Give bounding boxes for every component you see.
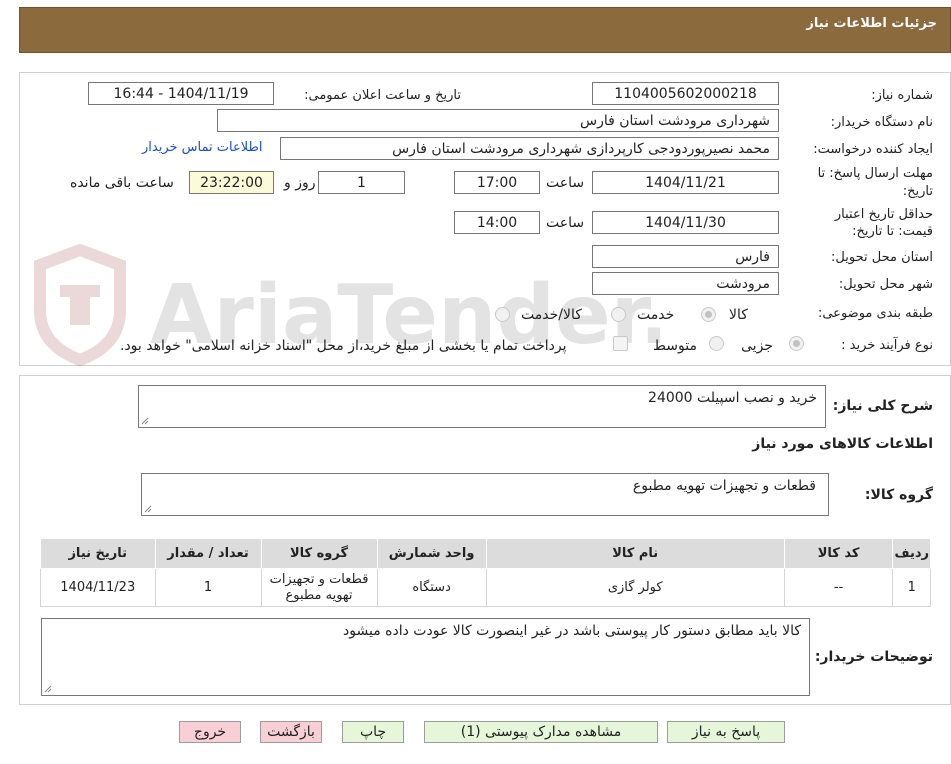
category-label: طبقه بندی موضوعی: — [817, 306, 933, 321]
days-remaining-field[interactable]: 1 — [318, 171, 405, 194]
city-label: شهر محل تحویل: — [838, 277, 933, 292]
reply-button[interactable]: پاسخ به نیاز — [667, 721, 785, 743]
resize-handle-icon[interactable] — [44, 685, 52, 693]
process-medium-radio[interactable] — [709, 336, 724, 351]
category-goods-label: کالا — [729, 307, 748, 323]
validity-label-line1: حداقل تاریخ اعتبار — [834, 207, 933, 222]
cell-unit: دستگاه — [376, 568, 487, 607]
announce-label: تاریخ و ساعت اعلان عمومی: — [304, 88, 461, 103]
validity-label-line2: قیمت: تا تاریخ: — [852, 224, 933, 239]
goods-group-textarea[interactable]: قطعات و تجهیزات تهویه مطبوع — [141, 473, 829, 516]
buyer-contact-link[interactable]: اطلاعات تماس خریدار — [142, 140, 262, 155]
province-field[interactable]: فارس — [592, 245, 779, 268]
need-number-label: شماره نیاز: — [871, 88, 933, 103]
remaining-time-label: ساعت باقی مانده — [70, 175, 174, 191]
cell-date: 1404/11/23 — [40, 568, 156, 607]
need-number-field[interactable]: 1104005602000218 — [592, 82, 779, 105]
buyer-notes-text: کالا باید مطابق دستور کار پیوستی باشد در… — [343, 623, 801, 639]
category-service-label: خدمت — [637, 307, 675, 323]
category-goods-service-radio[interactable] — [495, 307, 510, 322]
col-date-header: تاریخ نیاز — [40, 538, 156, 569]
creator-field[interactable]: محمد نصیرپوردودجی کارپردازی شهرداری مرود… — [280, 137, 779, 160]
table-row[interactable]: 1 -- کولر گازی دستگاه قطعات و تجهیزات ته… — [40, 568, 931, 607]
announce-field[interactable]: 1404/11/19 - 16:44 — [88, 82, 274, 105]
process-minor-label: جزیی — [741, 338, 773, 354]
buyer-notes-label: توضیحات خریدار: — [814, 649, 933, 665]
summary-label: شرح کلی نیاز: — [832, 398, 933, 414]
goods-table: ردیف کد کالا نام کالا واحد شمارش گروه کا… — [40, 538, 931, 607]
goods-section-title: اطلاعات کالاهای مورد نیاز — [752, 436, 933, 452]
goods-group-text: قطعات و تجهیزات تهویه مطبوع — [632, 478, 816, 494]
cell-name: کولر گازی — [485, 568, 785, 607]
category-goods-service-label: کالا/خدمت — [521, 307, 582, 323]
deadline-time-field[interactable]: 17:00 — [454, 171, 540, 194]
back-button[interactable]: بازگشت — [260, 721, 322, 743]
cell-code: -- — [783, 568, 894, 607]
col-name-header: نام کالا — [485, 538, 785, 569]
goods-table-header: ردیف کد کالا نام کالا واحد شمارش گروه کا… — [40, 538, 931, 569]
buyer-notes-textarea[interactable]: کالا باید مطابق دستور کار پیوستی باشد در… — [41, 618, 810, 696]
deadline-label-line1: مهلت ارسال پاسخ: تا — [817, 166, 933, 181]
city-field[interactable]: مرودشت — [592, 272, 779, 295]
deadline-date-field[interactable]: 1404/11/21 — [592, 171, 779, 194]
buyer-org-field[interactable]: شهرداری مرودشت استان فارس — [217, 109, 779, 132]
province-label: استان محل تحویل: — [831, 250, 933, 265]
process-medium-label: متوسط — [653, 338, 697, 354]
cell-qty: 1 — [154, 568, 262, 607]
goods-group-label: گروه کالا: — [864, 487, 933, 503]
category-goods-radio[interactable] — [701, 307, 716, 322]
validity-time-field[interactable]: 14:00 — [454, 211, 540, 234]
resize-handle-icon[interactable] — [144, 505, 152, 513]
validity-time-label: ساعت — [546, 215, 585, 231]
summary-text: خرید و نصب اسپیلت 24000 — [648, 390, 817, 406]
remaining-time-field[interactable]: 23:22:00 — [189, 171, 274, 194]
print-button[interactable]: چاپ — [342, 721, 404, 743]
process-type-label: نوع فرآیند خرید : — [841, 338, 933, 353]
col-code-header: کد کالا — [783, 538, 894, 569]
category-service-radio[interactable] — [611, 307, 626, 322]
col-group-header: گروه کالا — [260, 538, 378, 569]
page-title: جزئیات اطلاعات نیاز — [806, 16, 937, 31]
exit-button[interactable]: خروج — [179, 721, 241, 743]
col-qty-header: تعداد / مقدار — [154, 538, 262, 569]
treasury-payment-checkbox[interactable] — [613, 336, 628, 351]
validity-date-field[interactable]: 1404/11/30 — [592, 211, 779, 234]
process-minor-radio[interactable] — [789, 336, 804, 351]
deadline-label-line2: تاریخ: — [902, 184, 933, 199]
col-row-header: ردیف — [892, 538, 931, 569]
summary-textarea[interactable]: خرید و نصب اسپیلت 24000 — [138, 385, 826, 428]
col-unit-header: واحد شمارش — [376, 538, 487, 569]
creator-label: ایجاد کننده درخواست: — [813, 142, 933, 157]
view-attachments-button[interactable]: مشاهده مدارک پیوستی (1) — [424, 721, 658, 743]
cell-group: قطعات و تجهیزات تهویه مطبوع — [260, 568, 378, 607]
deadline-time-label: ساعت — [546, 175, 585, 191]
cell-row: 1 — [892, 568, 931, 607]
buyer-org-label: نام دستگاه خریدار: — [830, 115, 933, 130]
treasury-payment-note: پرداخت تمام یا بخشی از مبلغ خرید،از محل … — [120, 338, 567, 354]
resize-handle-icon[interactable] — [141, 417, 149, 425]
days-label: روز و — [284, 175, 316, 191]
